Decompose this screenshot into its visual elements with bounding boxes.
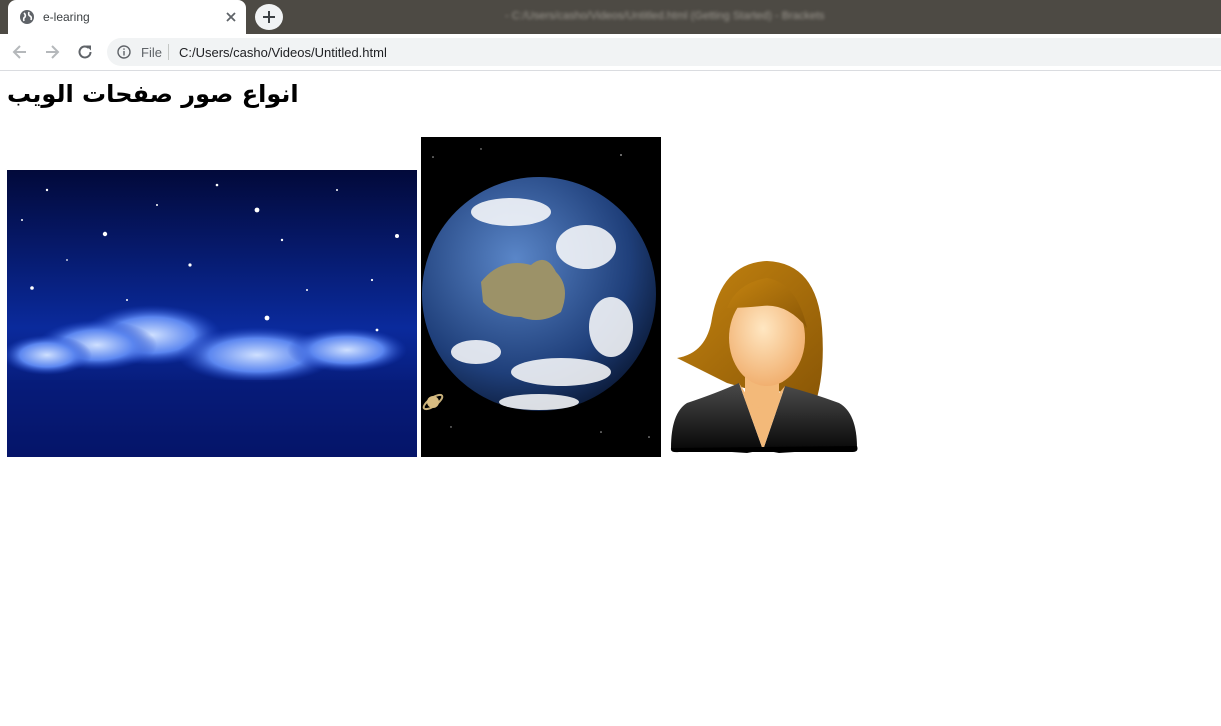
- reload-icon[interactable]: [76, 43, 94, 61]
- forward-icon[interactable]: [43, 43, 61, 61]
- omnibox-divider: [168, 44, 169, 60]
- tab-strip: e-learing - C:/Users/casho/Videos/Untitl…: [0, 0, 1221, 34]
- browser-toolbar: File C:/Users/casho/Videos/Untitled.html: [0, 34, 1221, 71]
- info-icon[interactable]: [117, 45, 131, 59]
- female-avatar-image: [670, 261, 858, 453]
- back-icon[interactable]: [11, 43, 29, 61]
- url-text[interactable]: C:/Users/casho/Videos/Untitled.html: [179, 45, 387, 60]
- address-bar[interactable]: File C:/Users/casho/Videos/Untitled.html: [107, 38, 1221, 66]
- night-sky-image: [7, 170, 417, 457]
- window-title: - C:/Users/casho/Videos/Untitled.html (G…: [505, 10, 825, 22]
- close-icon[interactable]: [224, 10, 238, 24]
- new-tab-button[interactable]: [255, 4, 283, 30]
- browser-tab[interactable]: e-learing: [8, 0, 246, 34]
- tab-title: e-learing: [43, 10, 90, 24]
- page-title: انواع صور صفحات الويب: [7, 80, 299, 108]
- url-scheme-label: File: [141, 45, 162, 60]
- globe-icon: [20, 10, 34, 24]
- plus-icon: [263, 11, 275, 23]
- earth-image: [421, 137, 661, 457]
